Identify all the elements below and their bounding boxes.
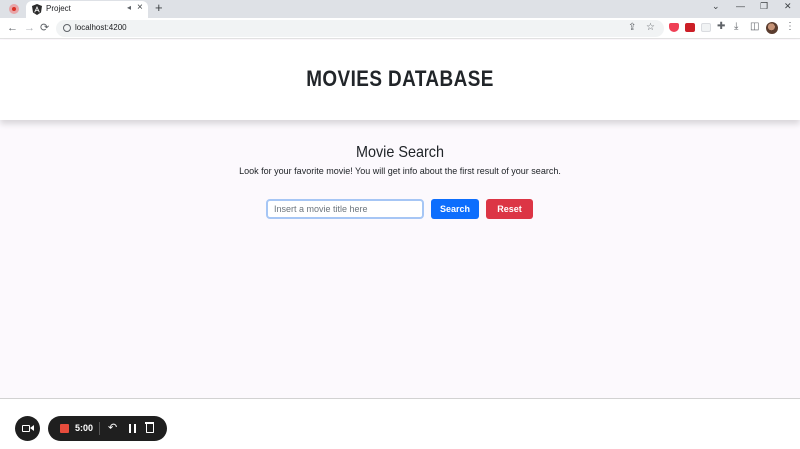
download-icon[interactable]: ⤓ (734, 21, 738, 32)
browser-toolbar: ← → ⟳ localhost:4200 ⇪ ☆ ✚ ⤓ ◫ ⋮ (0, 18, 800, 39)
recording-indicator-icon (9, 4, 19, 14)
profile-avatar[interactable] (766, 22, 778, 34)
address-bar[interactable]: localhost:4200 ⇪ ☆ (56, 20, 664, 37)
tab-search-icon[interactable]: ⌄ (712, 1, 720, 12)
browser-tab[interactable]: Project ◂ × (26, 1, 148, 18)
delete-icon[interactable] (145, 422, 154, 433)
back-icon[interactable]: ← (7, 21, 18, 35)
site-info-icon[interactable] (63, 24, 71, 32)
camera-button[interactable] (15, 416, 40, 441)
forward-icon[interactable]: → (24, 21, 35, 35)
youtube-extension-icon[interactable] (685, 23, 695, 32)
restore-icon[interactable]: ❐ (760, 1, 768, 12)
section-subtitle: Look for your favorite movie! You will g… (239, 166, 561, 176)
camera-icon (22, 425, 30, 432)
share-icon[interactable]: ⇪ (628, 22, 636, 33)
extensions-puzzle-icon[interactable]: ✚ (717, 21, 725, 32)
recording-toolbar: 5:00 ↶ (48, 416, 167, 441)
angular-favicon-icon (32, 4, 42, 15)
undo-icon[interactable]: ↶ (108, 421, 117, 435)
tab-audio-icon[interactable]: ◂ (127, 3, 131, 12)
site-title: MOVIES DATABASE (306, 66, 494, 91)
browser-tab-bar: Project ◂ × + ⌄ — ❐ ✕ (0, 0, 800, 18)
site-header: MOVIES DATABASE (0, 40, 800, 120)
bookmark-star-icon[interactable]: ☆ (646, 22, 655, 33)
stop-recording-icon[interactable] (60, 424, 69, 433)
close-window-icon[interactable]: ✕ (784, 1, 792, 12)
new-tab-button[interactable]: + (155, 1, 163, 15)
search-button[interactable]: Search (431, 199, 479, 219)
section-title: Movie Search (355, 144, 445, 161)
reload-icon[interactable]: ⟳ (40, 21, 49, 35)
pocket-extension-icon[interactable] (669, 23, 679, 32)
side-panel-icon[interactable]: ◫ (750, 21, 759, 32)
minimize-icon[interactable]: — (736, 1, 745, 11)
tab-title: Project (46, 4, 71, 13)
recording-timer: 5:00 (75, 423, 94, 433)
camera-lens-icon (30, 425, 34, 431)
browser-menu-icon[interactable]: ⋮ (785, 21, 795, 32)
extension-placeholder-icon[interactable] (701, 23, 711, 32)
url-text[interactable]: localhost:4200 (75, 23, 127, 32)
tab-close-icon[interactable]: × (137, 2, 143, 13)
pause-icon[interactable] (129, 424, 136, 433)
movie-title-input[interactable] (266, 199, 424, 219)
reset-button[interactable]: Reset (486, 199, 533, 219)
toolbar-divider (99, 422, 100, 435)
